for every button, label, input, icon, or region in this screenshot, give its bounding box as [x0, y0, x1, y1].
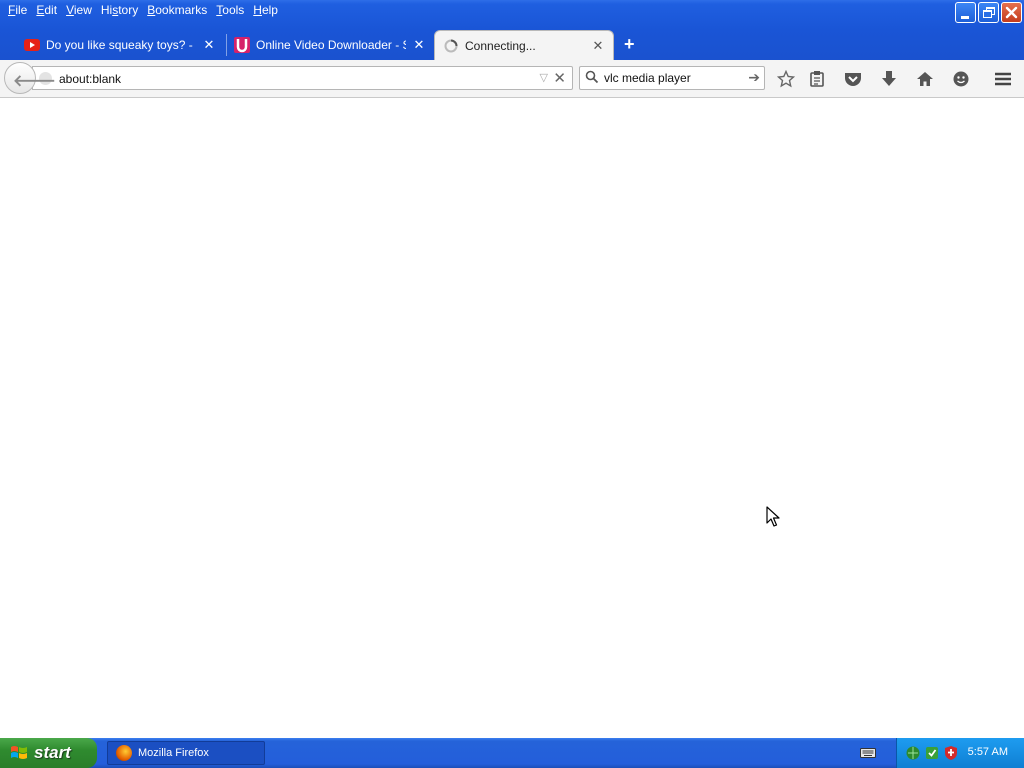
menu-history[interactable]: History	[97, 2, 143, 20]
new-tab-button[interactable]: +	[624, 34, 635, 54]
windows-logo-icon	[10, 744, 28, 762]
taskbar: start Mozilla Firefox 5:57 AM	[0, 738, 1024, 768]
window-controls	[955, 2, 1022, 23]
window-titlebar: File Edit View History Bookmarks Tools H…	[0, 0, 1024, 60]
search-input[interactable]	[604, 70, 744, 86]
savefrom-icon	[234, 37, 250, 53]
taskbar-window-firefox[interactable]: Mozilla Firefox	[107, 741, 265, 765]
downloads-icon[interactable]	[878, 69, 900, 89]
close-icon	[1005, 6, 1018, 19]
tab-strip: Do you like squeaky toys? - Y... ✕ Onlin…	[0, 28, 1024, 60]
history-dropdown-icon[interactable]: ▽	[540, 71, 548, 84]
menu-help[interactable]: Help	[249, 2, 283, 20]
menu-tools[interactable]: Tools	[212, 2, 249, 20]
network-icon[interactable]	[905, 745, 921, 764]
menu-view[interactable]: View	[62, 2, 97, 20]
back-arrow-icon: 🡐	[13, 73, 56, 90]
search-icon	[585, 70, 599, 87]
tab-video-downloader[interactable]: Online Video Downloader - SS... ✕	[230, 30, 430, 60]
bookmark-star-icon[interactable]	[775, 69, 797, 89]
tab-title: Connecting...	[465, 38, 536, 53]
menu-file[interactable]: File	[4, 2, 32, 20]
plus-icon: +	[624, 34, 635, 54]
page-content-area[interactable]	[0, 99, 1024, 738]
menu-bookmarks[interactable]: Bookmarks	[143, 2, 212, 20]
update-icon[interactable]	[924, 745, 940, 764]
pocket-icon[interactable]	[842, 69, 864, 89]
close-window-button[interactable]	[1001, 2, 1022, 23]
navigation-toolbar: about:blank ▽ ✕ 🡐 ➔	[0, 60, 1024, 98]
back-button[interactable]: 🡐	[4, 62, 56, 94]
tab-connecting[interactable]: Connecting... ✕	[434, 30, 614, 60]
security-shield-icon[interactable]	[943, 745, 959, 764]
start-label: start	[34, 743, 71, 762]
tab-close-icon[interactable]: ✕	[591, 38, 605, 54]
tab-close-icon[interactable]: ✕	[412, 37, 426, 53]
tab-title: Online Video Downloader - SS...	[256, 38, 406, 52]
youtube-icon	[24, 37, 40, 53]
stop-icon[interactable]: ✕	[553, 69, 566, 87]
restore-button[interactable]	[978, 2, 999, 23]
search-go-icon[interactable]: ➔	[748, 69, 760, 86]
menu-bar: File Edit View History Bookmarks Tools H…	[4, 2, 283, 20]
url-text[interactable]: about:blank	[59, 72, 121, 86]
tab-close-icon[interactable]: ✕	[202, 37, 216, 53]
keyboard-icon[interactable]	[860, 746, 876, 763]
loading-spinner-icon	[443, 38, 459, 54]
hamburger-menu-icon[interactable]	[992, 69, 1014, 89]
url-bar[interactable]: about:blank ▽ ✕	[32, 66, 573, 90]
taskbar-window-label: Mozilla Firefox	[138, 747, 209, 759]
clock[interactable]: 5:57 AM	[968, 746, 1008, 758]
tab-youtube[interactable]: Do you like squeaky toys? - Y... ✕	[20, 30, 220, 60]
firefox-icon	[116, 745, 132, 761]
tab-separator	[226, 34, 227, 56]
menu-edit[interactable]: Edit	[32, 2, 62, 20]
home-icon[interactable]	[914, 69, 936, 89]
search-bar[interactable]: ➔	[579, 66, 765, 90]
mouse-cursor-icon	[766, 506, 780, 531]
tab-title: Do you like squeaky toys? - Y...	[46, 38, 196, 52]
reading-list-icon[interactable]	[806, 69, 828, 89]
minimize-button[interactable]	[955, 2, 976, 23]
start-button[interactable]: start	[0, 738, 97, 768]
system-tray: 5:57 AM	[896, 738, 1024, 768]
hello-chat-icon[interactable]	[950, 69, 972, 89]
